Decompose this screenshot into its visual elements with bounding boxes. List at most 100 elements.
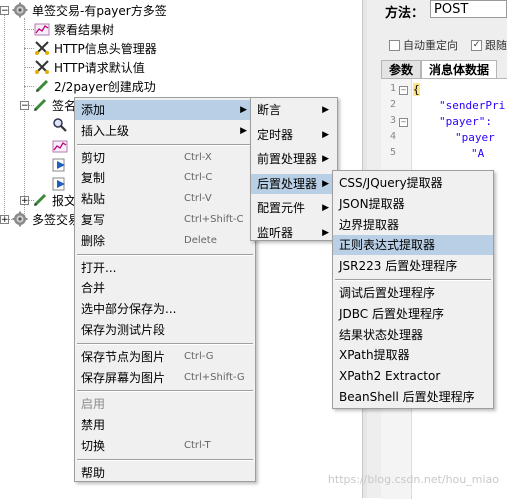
method-select[interactable]: POST xyxy=(430,0,507,18)
gear-icon xyxy=(12,211,28,227)
menu-item-label: 选中部分保存为... xyxy=(81,302,177,317)
menu-item-shortcut: Delete xyxy=(184,234,217,246)
add-submenu-item[interactable]: 定时器 ▶ xyxy=(251,125,337,145)
tree-node-label: 报文 xyxy=(52,193,77,208)
menu-item-label: JSR223 后置处理程序 xyxy=(339,259,458,274)
post-processor-item[interactable]: JDBC 后置处理程序 xyxy=(333,304,493,324)
post-processor-item[interactable]: JSR223 后置处理程序 xyxy=(333,256,493,276)
fold-toggle[interactable]: − xyxy=(399,86,408,95)
menu-item-label: 禁用 xyxy=(81,418,106,433)
context-menu-item[interactable]: 保存屏幕为图片 Ctrl+Shift-G xyxy=(75,368,255,388)
add-submenu-item[interactable]: 断言 ▶ xyxy=(251,100,337,120)
add-submenu-item[interactable]: 前置处理器 ▶ xyxy=(251,149,337,169)
expand-toggle[interactable]: + xyxy=(0,214,9,224)
post-processor-item[interactable]: XPath2 Extractor xyxy=(333,366,493,386)
follow-redirect-label: 跟随 xyxy=(485,39,507,52)
menu-item-label: 后置处理器 xyxy=(257,176,318,191)
menu-item-label: 删除 xyxy=(81,233,106,248)
context-menu-item[interactable]: 帮助 xyxy=(75,463,255,483)
post-processor-item[interactable]: 边界提取器 xyxy=(333,215,493,235)
checkbox-box[interactable] xyxy=(389,39,400,51)
tree-node-sampler-created[interactable]: 2/2payer创建成功 xyxy=(34,77,156,95)
tree-node-message-sampler[interactable]: + 报文 xyxy=(20,191,76,209)
collapse-toggle[interactable]: − xyxy=(20,100,29,110)
menu-separator xyxy=(77,390,253,393)
menu-item-shortcut: Ctrl-C xyxy=(184,172,213,184)
add-submenu-item[interactable]: 后置处理器 ▶ xyxy=(251,173,337,194)
collapse-toggle[interactable]: − xyxy=(0,5,9,15)
context-menu-item[interactable]: 切换 Ctrl-T xyxy=(75,436,255,456)
menu-item-label: 正则表达式提取器 xyxy=(339,238,436,253)
post-processor-item[interactable]: BeanShell 后置处理程序 xyxy=(333,387,493,407)
context-menu-item[interactable]: 打开... xyxy=(75,258,255,278)
add-submenu-item[interactable]: 配置元件 ▶ xyxy=(251,198,337,218)
context-menu-item[interactable]: 启用 xyxy=(75,394,255,414)
context-menu-item[interactable]: 合并 xyxy=(75,278,255,298)
context-menu-item[interactable]: 删除 Delete xyxy=(75,231,255,251)
context-menu-item[interactable]: 复写 Ctrl+Shift-C xyxy=(75,210,255,230)
context-menu-item[interactable]: 添加 ▶ xyxy=(75,100,255,120)
menu-item-label: 保存屏幕为图片 xyxy=(81,370,166,385)
tree-node-thread-group[interactable]: − 单签交易-有payer方多签 xyxy=(0,1,167,19)
tree-child-graph[interactable] xyxy=(52,137,72,155)
context-menu-item[interactable]: 粘贴 Ctrl-V xyxy=(75,189,255,209)
tree-node-label: HTTP信息头管理器 xyxy=(54,41,157,56)
menu-item-label: XPath2 Extractor xyxy=(339,369,441,384)
post-processor-item[interactable]: 调试后置处理程序 xyxy=(333,283,493,303)
menu-item-shortcut: Ctrl+Shift-C xyxy=(184,214,244,225)
tree-node-label: 单签交易-有payer方多签 xyxy=(32,3,167,18)
tree-node-http-header-manager[interactable]: HTTP信息头管理器 xyxy=(34,39,157,57)
menu-separator xyxy=(335,279,491,281)
post-processor-item[interactable]: 结果状态处理器 xyxy=(333,325,493,345)
post-processor-item[interactable]: XPath提取器 xyxy=(333,345,493,365)
menu-item-label: 断言 xyxy=(257,103,282,117)
tree-node-sign-sampler[interactable]: − 签名 xyxy=(20,96,76,114)
tree-node-multisig-group[interactable]: + 多签交易 xyxy=(0,210,80,228)
follow-redirect-checkbox[interactable]: ✓ 跟随 xyxy=(471,37,507,53)
request-tabs: 参数 消息体数据 xyxy=(381,60,498,79)
tree-child-postprocessor-1[interactable] xyxy=(52,156,72,174)
menu-item-label: JDBC 后置处理程序 xyxy=(339,306,444,321)
tree-child-magnifier[interactable] xyxy=(52,116,72,134)
menu-item-label: 监听器 xyxy=(257,225,294,240)
arrow-right-icon xyxy=(52,157,68,173)
menu-separator xyxy=(77,458,253,461)
menu-item-label: 添加 xyxy=(81,103,106,117)
submenu-arrow-icon: ▶ xyxy=(322,227,329,238)
context-menu-item[interactable]: 保存节点为图片 Ctrl-G xyxy=(75,347,255,367)
context-menu-item[interactable]: 剪切 Ctrl-X xyxy=(75,148,255,168)
pencil-icon xyxy=(34,78,50,94)
menu-item-label: 合并 xyxy=(81,281,106,296)
menu-item-label: 保存为测试片段 xyxy=(81,323,166,337)
menu-item-label: 定时器 xyxy=(257,127,294,142)
checkbox-box-checked[interactable]: ✓ xyxy=(471,39,482,51)
tab-parameters[interactable]: 参数 xyxy=(381,60,422,79)
menu-item-label: 调试后置处理程序 xyxy=(339,286,436,300)
context-menu-item[interactable]: 插入上级 ▶ xyxy=(75,121,255,141)
tab-body-data[interactable]: 消息体数据 xyxy=(421,60,498,79)
code-line: { xyxy=(413,83,420,96)
code-line: "senderPri xyxy=(439,99,506,112)
context-menu-item[interactable]: 选中部分保存为... xyxy=(75,299,255,319)
menu-item-label: 粘贴 xyxy=(81,192,106,207)
code-line: "payer": xyxy=(439,115,492,128)
line-number: 2 xyxy=(389,99,396,110)
menu-item-label: BeanShell 后置处理程序 xyxy=(339,390,475,404)
post-processor-item[interactable]: CSS/JQuery提取器 xyxy=(333,173,493,193)
submenu-arrow-icon: ▶ xyxy=(322,154,329,164)
auto-redirect-checkbox[interactable]: 自动重定向 xyxy=(389,37,458,53)
add-submenu: 断言 ▶ 定时器 ▶ 前置处理器 ▶ 后置处理器 ▶ 配置元件 ▶ 监听器 ▶ xyxy=(250,97,338,241)
expand-toggle[interactable]: + xyxy=(20,195,29,205)
menu-item-label: 插入上级 xyxy=(81,123,130,138)
tree-node-http-defaults[interactable]: HTTP请求默认值 xyxy=(34,58,145,76)
context-menu-item[interactable]: 复制 Ctrl-C xyxy=(75,168,255,188)
context-menu-item[interactable]: 禁用 xyxy=(75,415,255,435)
context-menu-item[interactable]: 保存为测试片段 xyxy=(75,320,255,340)
post-processor-item[interactable]: JSON提取器 xyxy=(333,194,493,214)
fold-toggle[interactable]: − xyxy=(399,118,408,127)
tree-node-results-tree[interactable]: 察看结果树 xyxy=(34,20,114,38)
menu-separator xyxy=(77,342,253,345)
add-submenu-item[interactable]: 监听器 ▶ xyxy=(251,223,337,243)
post-processor-item[interactable]: 正则表达式提取器 xyxy=(333,235,493,256)
code-line: "payer xyxy=(455,131,495,144)
